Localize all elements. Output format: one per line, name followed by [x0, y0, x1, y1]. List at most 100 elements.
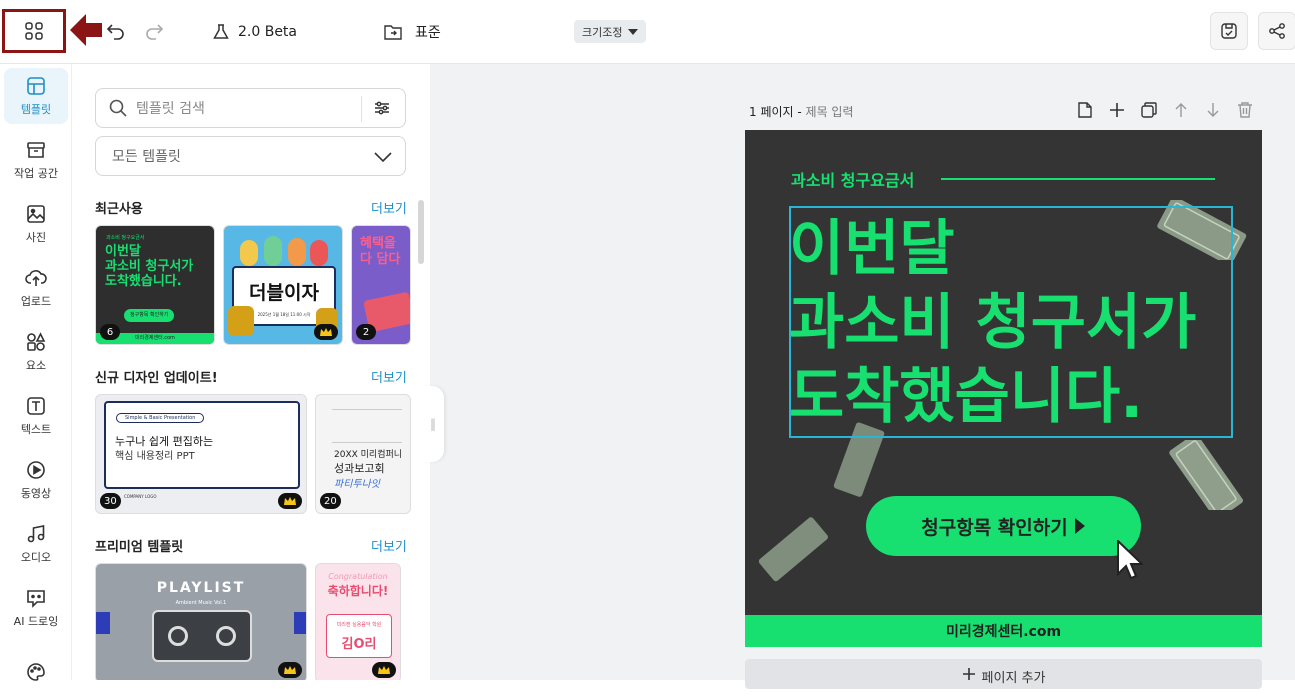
sidebar-item-audio[interactable]: 오디오 — [4, 516, 68, 572]
page-toolbar — [1075, 100, 1255, 120]
thumb-line1: 20XX 미리컴퍼니 — [334, 450, 403, 460]
thumb-lines — [332, 409, 402, 443]
more-link-premium[interactable]: 더보기 — [371, 536, 407, 555]
template-thumb-premium-1[interactable]: PLAYLIST Ambient Music Vol.1 — [95, 563, 307, 680]
ai-chat-icon — [27, 589, 45, 608]
panel-collapse-handle[interactable]: ‖ — [422, 386, 444, 462]
version-label: 2.0 Beta — [238, 24, 298, 40]
new-page-button[interactable] — [1075, 100, 1095, 120]
template-thumb-new-2[interactable]: 20XX 미리컴퍼니 성과보고회 파티투나잇 20 — [315, 394, 411, 514]
sidebar-item-photos[interactable]: 사진 — [4, 196, 68, 252]
header-rule — [941, 178, 1215, 180]
filter-sliders-icon[interactable] — [374, 100, 390, 116]
arrow-up-icon — [1175, 103, 1187, 117]
chevron-down-icon — [374, 152, 392, 163]
ribbon-right — [294, 612, 306, 634]
sidebar-item-ai-drawing[interactable]: AI 드로잉 — [4, 580, 68, 636]
design-canvas[interactable]: 과소비 청구요금서 이번달 과소비 청구서가 도착했습니다. 청구항목 확인하기… — [745, 130, 1262, 647]
thumb-line: 도착했습니다. — [105, 274, 182, 289]
thumb-headline: 이번달 과소비 청구서가 도착했습니다. — [105, 244, 193, 289]
cassette-illustration — [152, 610, 252, 662]
headline-line: 과소비 청구서가 — [789, 288, 1197, 358]
template-thumb-recent-2[interactable]: 더블이자 2025년 1월 18일 11:00 시작 — [223, 225, 343, 345]
trash-icon — [1238, 102, 1252, 118]
template-panel: 템플릿 검색 모든 템플릿 최근사용 더보기 과소비 청구요금서 이번달 과소비… — [72, 64, 430, 680]
cta-pill[interactable]: 청구항목 확인하기 — [866, 496, 1141, 556]
footer-band[interactable]: 미리경제센터.com — [745, 615, 1262, 647]
thumb-people-illustration — [236, 234, 332, 270]
template-thumb-premium-2[interactable]: Congratulation 축하합니다! 미리캔 실용음악 학원 김O리 — [315, 563, 401, 680]
thumb-title: 혜택을 다 담다 — [360, 236, 401, 267]
template-icon — [27, 76, 45, 95]
standard-label: 표준 — [415, 25, 441, 41]
thumb-sub: 미리캔 실용음악 학원 — [336, 622, 382, 628]
copy-icon — [1141, 102, 1157, 118]
section-title-premium: 프리미엄 템플릿 — [95, 540, 184, 555]
banknote-image[interactable] — [1155, 440, 1255, 510]
play-circle-icon — [27, 460, 45, 479]
template-category-select[interactable]: 모든 템플릿 — [95, 136, 406, 176]
thumb-line2: 핵심 내용정리 PPT — [115, 451, 195, 462]
thumb-title: 축하합니다! — [327, 584, 389, 598]
redo-button[interactable] — [139, 16, 169, 46]
sidebar-item-theme[interactable] — [4, 644, 68, 700]
template-thumb-new-1[interactable]: Simple & Basic Presentation 누구나 쉽게 편집하는 … — [95, 394, 307, 514]
plus-icon — [962, 668, 975, 680]
design-header-text[interactable]: 과소비 청구요금서 — [791, 167, 914, 191]
sidebar-item-elements[interactable]: 요소 — [4, 324, 68, 380]
ribbon-left — [96, 612, 110, 634]
flask-icon — [213, 24, 229, 39]
sidebar-item-label: 작업 공간 — [14, 166, 58, 180]
move-page-down-button[interactable] — [1203, 100, 1223, 120]
caret-down-icon — [628, 28, 639, 35]
page-icon — [1078, 102, 1092, 118]
thumb-tag: Simple & Basic Presentation — [116, 413, 205, 423]
resize-button[interactable]: 크기조정 — [574, 20, 647, 43]
top-toolbar: 2.0 Beta 표준 크기조정 — [0, 0, 1295, 64]
upload-cloud-icon — [25, 269, 47, 286]
add-element-button[interactable] — [1107, 100, 1127, 120]
panel-scrollbar[interactable] — [418, 200, 424, 264]
sidebar-item-video[interactable]: 동영상 — [4, 452, 68, 508]
search-input[interactable]: 템플릿 검색 — [136, 98, 205, 118]
page-label: 1 페이지 - 제목 입력 — [749, 103, 854, 120]
save-location-button[interactable]: 표준 — [383, 18, 441, 46]
more-link-new[interactable]: 더보기 — [371, 367, 407, 386]
sidebar-item-label: 템플릿 — [20, 102, 52, 116]
template-thumb-recent-1[interactable]: 과소비 청구요금서 이번달 과소비 청구서가 도착했습니다. 청구항목 확인하기… — [95, 225, 215, 345]
left-sidebar: 템플릿 작업 공간 사진 업로드 요소 텍스트 동영상 오디오 AI 드로잉 — [0, 64, 72, 681]
app-menu-button[interactable] — [2, 9, 66, 53]
headline-line: 도착했습니다. — [789, 362, 1143, 432]
thumb-sub: Ambient Music Vol.1 — [175, 600, 227, 606]
move-page-up-button[interactable] — [1171, 100, 1191, 120]
template-search-box[interactable]: 템플릿 검색 — [95, 88, 406, 128]
premium-crown-badge — [278, 493, 302, 509]
folder-move-icon — [384, 25, 402, 40]
headline-text[interactable]: 이번달 과소비 청구서가 도착했습니다. — [789, 212, 1196, 434]
duplicate-page-button[interactable] — [1139, 100, 1159, 120]
sidebar-item-templates[interactable]: 템플릿 — [4, 68, 68, 124]
sidebar-item-label: 사진 — [25, 230, 47, 244]
search-divider — [361, 96, 362, 122]
undo-button[interactable] — [101, 16, 131, 46]
crown-icon — [284, 666, 296, 674]
thumb-line3: 파티투나잇 — [334, 479, 380, 490]
page-title-input[interactable]: 제목 입력 — [806, 105, 854, 119]
premium-crown-badge — [314, 324, 338, 340]
share-button[interactable] — [1258, 12, 1295, 50]
page-count-badge: 30 — [100, 493, 121, 509]
thumb-script: Congratulation — [328, 572, 388, 581]
thumb-card: 미리캔 실용음악 학원 김O리 — [326, 614, 392, 658]
music-note-icon — [27, 524, 45, 542]
mouse-cursor-icon — [1117, 540, 1143, 580]
sidebar-item-text[interactable]: 텍스트 — [4, 388, 68, 444]
sidebar-item-workspace[interactable]: 작업 공간 — [4, 132, 68, 188]
beta-version-button[interactable]: 2.0 Beta — [212, 18, 297, 46]
add-page-button[interactable]: 페이지 추가 — [745, 659, 1262, 689]
more-link-recent[interactable]: 더보기 — [371, 198, 407, 217]
banknote-image[interactable] — [759, 510, 829, 590]
sidebar-item-upload[interactable]: 업로드 — [4, 260, 68, 316]
template-thumb-recent-3[interactable]: 혜택을 다 담다 2 — [351, 225, 411, 345]
delete-page-button[interactable] — [1235, 100, 1255, 120]
save-button[interactable] — [1210, 12, 1248, 50]
